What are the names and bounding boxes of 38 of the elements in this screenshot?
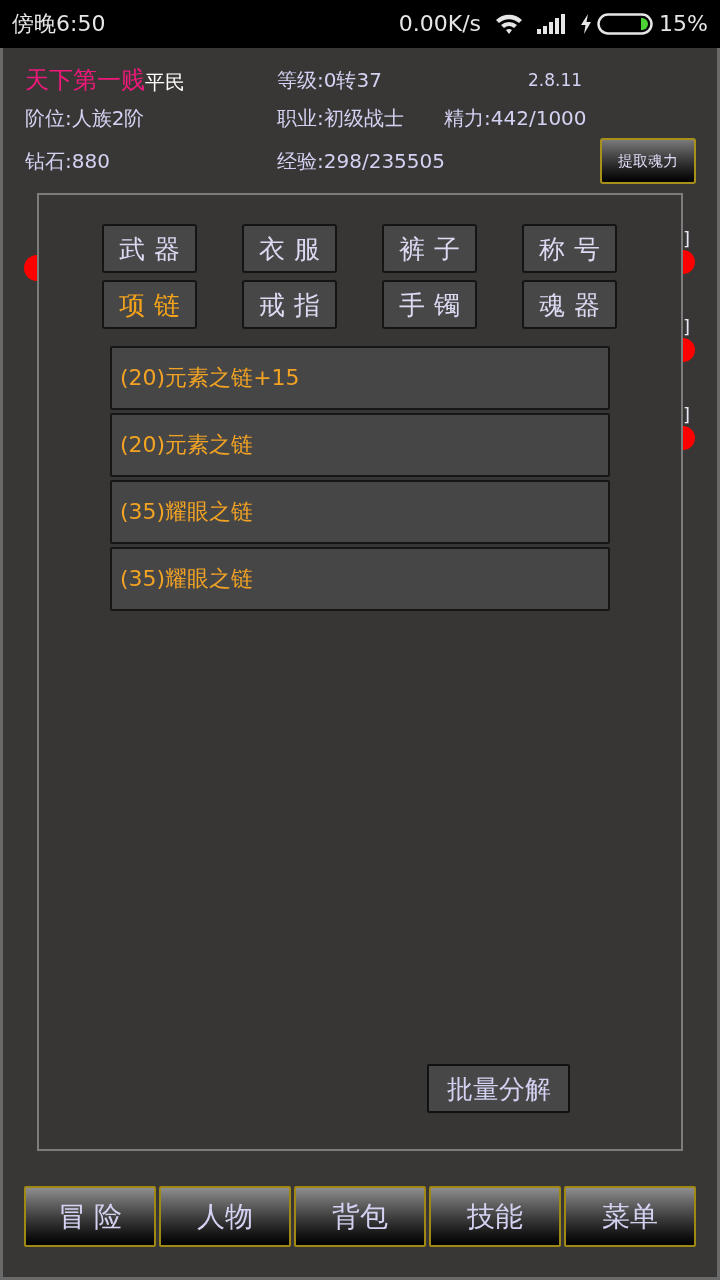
category-tab[interactable]: 项 链 <box>102 280 197 329</box>
player-name: 天下第一贱 <box>25 68 145 92</box>
experience-text: 经验:298/235505 <box>277 151 446 171</box>
category-tab[interactable]: 裤 子 <box>382 224 477 273</box>
bracket-text: ] <box>683 316 692 338</box>
nav-button[interactable]: 技能 <box>429 1186 561 1247</box>
item-row[interactable]: (20)元素之链 <box>110 413 610 477</box>
category-tab[interactable]: 魂 器 <box>522 280 617 329</box>
nav-button[interactable]: 菜单 <box>564 1186 696 1247</box>
clock-text: 傍晚6:50 <box>12 13 106 35</box>
nav-button[interactable]: 背包 <box>294 1186 426 1247</box>
bracket-text: ] <box>683 404 692 426</box>
player-title: 平民 <box>145 72 185 92</box>
category-tab[interactable]: 武 器 <box>102 224 197 273</box>
job-text: 职业:初级战士 <box>277 108 405 128</box>
item-row[interactable]: (20)元素之链+15 <box>110 346 610 410</box>
category-tab[interactable]: 衣 服 <box>242 224 337 273</box>
extract-soul-button[interactable]: 提取魂力 <box>600 138 696 184</box>
version-text: 2.8.11 <box>528 71 583 89</box>
bracket-text: ] <box>683 228 692 250</box>
nav-button[interactable]: 冒 险 <box>24 1186 156 1247</box>
lightning-icon <box>581 14 592 34</box>
level-text: 等级:0转37 <box>277 70 383 90</box>
energy-text: 精力:442/1000 <box>444 108 587 128</box>
item-row[interactable]: (35)耀眼之链 <box>110 547 610 611</box>
item-row[interactable]: (35)耀眼之链 <box>110 480 610 544</box>
battery-percent-text: 15% <box>659 13 708 35</box>
category-tab[interactable]: 手 镯 <box>382 280 477 329</box>
category-tab[interactable]: 称 号 <box>522 224 617 273</box>
signal-icon <box>537 14 568 34</box>
category-tab[interactable]: 戒 指 <box>242 280 337 329</box>
batch-decompose-button[interactable]: 批量分解 <box>427 1064 570 1113</box>
rank-text: 阶位:人族2阶 <box>25 108 146 128</box>
network-speed-text: 0.00K/s <box>398 13 482 35</box>
diamond-text: 钻石:880 <box>25 151 111 171</box>
battery-icon <box>597 13 654 35</box>
wifi-icon <box>495 13 524 35</box>
nav-button[interactable]: 人物 <box>159 1186 291 1247</box>
